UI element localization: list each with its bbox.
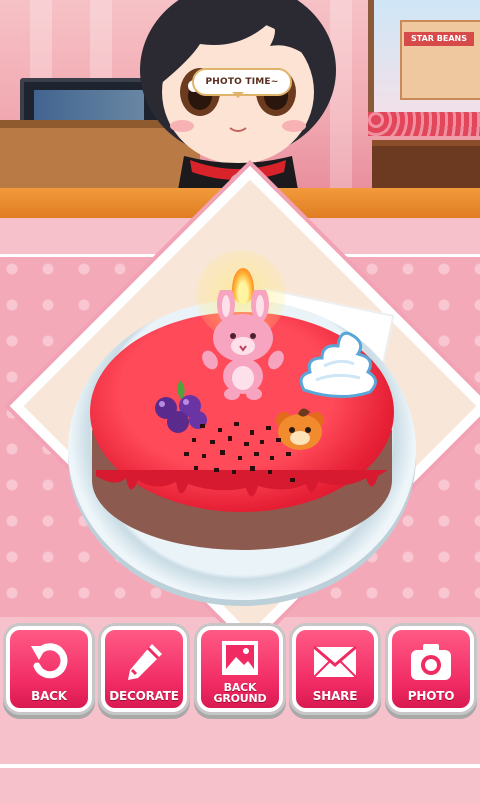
background-button[interactable]: BACK GROUND [197, 626, 283, 712]
undo-arrow-icon [31, 643, 68, 679]
cafe-table [372, 140, 480, 190]
background-button-label: BACK GROUND [201, 682, 279, 704]
chocolate-sprinkles [184, 422, 295, 482]
share-button-label: SHARE [312, 689, 358, 703]
photo-button-label: PHOTO [407, 689, 455, 703]
whipped-cream-icon[interactable] [296, 328, 380, 406]
cafe-scene: STAR BEANS PHOTO TIME~ [0, 0, 480, 190]
picture-icon [222, 641, 258, 675]
envelope-icon [313, 645, 357, 678]
background-label-line2: GROUND [213, 692, 267, 705]
photo-button[interactable]: PHOTO [388, 626, 474, 712]
share-button[interactable]: SHARE [292, 626, 378, 712]
decorate-button-label: DECORATE [109, 689, 179, 703]
camera-icon [411, 644, 451, 680]
bottom-band [0, 764, 480, 804]
flower-bed [368, 112, 480, 136]
decorate-button[interactable]: DECORATE [101, 626, 187, 712]
back-button-label: BACK [31, 689, 67, 703]
toolbar: BACK DECORATE BACK GROUND SHARE PHOTO [0, 620, 480, 716]
speech-bubble: PHOTO TIME~ [192, 68, 292, 98]
bunny-topper-icon[interactable] [200, 290, 286, 402]
pencil-icon [128, 644, 162, 680]
shop-sign: STAR BEANS [404, 32, 474, 46]
back-button[interactable]: BACK [6, 626, 92, 712]
